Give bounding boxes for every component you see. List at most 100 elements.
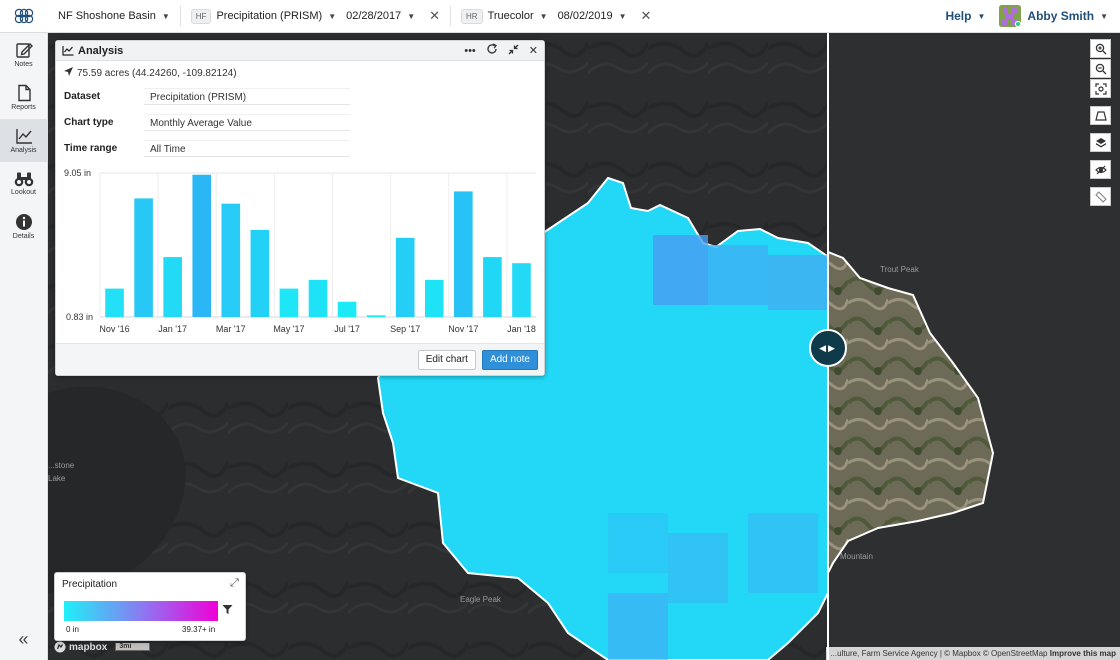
scale-bar: 3mi — [115, 643, 151, 651]
user-menu[interactable]: Abby Smith ▼ — [995, 5, 1120, 27]
sidebar-item-analysis[interactable]: Analysis — [0, 119, 47, 162]
time-range-row: Time range All Time — [56, 135, 544, 161]
sidebar-item-label: Lookout — [11, 189, 36, 196]
zoom-in-button[interactable] — [1090, 39, 1111, 58]
visibility-button[interactable] — [1090, 160, 1111, 179]
chart-ymax-label: 9.05 in — [64, 169, 91, 178]
panel-actions: ••• ✕ — [454, 43, 538, 58]
attribution-text: ...ulture, Farm Service Agency | © Mapbo… — [830, 649, 1048, 658]
sidebar-item-label: Notes — [14, 61, 33, 68]
chart-x-tick-label: Jul '17 — [334, 324, 360, 334]
chart-bar-11 — [395, 237, 415, 317]
panel-title: Analysis — [78, 44, 124, 57]
chart-x-tick-label: Sep '17 — [390, 324, 420, 334]
zoom-out-button[interactable] — [1090, 59, 1111, 78]
measure-button[interactable] — [1090, 187, 1111, 206]
user-name: Abby Smith — [1027, 9, 1095, 23]
map-attribution: ...ulture, Farm Service Agency | © Mapbo… — [826, 647, 1120, 660]
dataset-select[interactable]: Precipitation (PRISM) — [144, 87, 350, 105]
close-icon[interactable]: ✕ — [641, 8, 652, 24]
panel-header: Analysis ••• ✕ — [56, 41, 544, 61]
collapse-sidebar-icon[interactable]: « — [0, 629, 47, 650]
legend-gradient — [64, 601, 218, 621]
sidebar-item-notes[interactable]: Notes — [0, 33, 47, 76]
location-text: 75.59 acres (44.24260, -109.82124) — [77, 67, 237, 79]
chart-x-tick-label: Mar '17 — [216, 324, 246, 334]
layers-button[interactable] — [1090, 133, 1111, 152]
avatar — [999, 5, 1022, 27]
binoculars-icon — [14, 172, 33, 187]
sidebar-item-details[interactable]: Details — [0, 205, 47, 248]
zoom-extent-button[interactable] — [1090, 79, 1111, 98]
layer-date[interactable]: 02/28/2017 — [346, 10, 401, 22]
sidebar-item-reports[interactable]: Reports — [0, 76, 47, 119]
improve-map-link[interactable]: Improve this map — [1050, 649, 1116, 658]
right-nav: Help ▼ Abby Smith ▼ — [935, 0, 1120, 33]
sidebar-item-lookout[interactable]: Lookout — [0, 162, 47, 205]
expand-icon[interactable]: ⤢ — [230, 577, 239, 590]
chart-bar-2 — [134, 198, 153, 317]
map-label-mountain: Mountain — [840, 552, 873, 561]
sidebar-item-label: Analysis — [10, 147, 37, 154]
layer-tag: HR — [461, 8, 483, 24]
chevron-down-icon: ▼ — [407, 11, 416, 21]
analysis-panel: Analysis ••• ✕ 75.59 acres (44.24260, -1… — [55, 40, 545, 376]
layer-name: Precipitation (PRISM) — [216, 10, 323, 22]
help-menu[interactable]: Help ▼ — [935, 9, 995, 23]
legend-max: 39.37+ in — [182, 625, 216, 634]
notes-icon — [15, 43, 33, 58]
analysis-icon — [62, 46, 74, 56]
info-icon — [15, 214, 32, 230]
layer-tag: HF — [190, 8, 212, 24]
chart-type-row: Chart type Monthly Average Value — [56, 109, 544, 135]
close-icon[interactable]: ✕ — [429, 8, 440, 24]
chart-bar-12 — [424, 279, 444, 317]
project-selector[interactable]: NF Shoshone Basin ▼ — [48, 0, 180, 33]
chart-x-tick-label: Nov '16 — [99, 324, 129, 334]
location-arrow-icon — [64, 67, 73, 79]
dataset-label: Dataset — [64, 90, 101, 102]
refresh-icon[interactable] — [486, 43, 498, 58]
legend-title: Precipitation — [62, 579, 118, 590]
chart-ymin-label: 0.83 in — [66, 312, 93, 322]
map-label-trout-peak: Trout Peak — [880, 265, 919, 274]
chart-x-tick-label: May '17 — [273, 324, 304, 334]
layer-selector-1[interactable]: HF Precipitation (PRISM) ▼ 02/28/2017 ▼ … — [181, 0, 450, 33]
zoom-extent-icon — [1094, 82, 1107, 95]
layer-date[interactable]: 08/02/2019 — [558, 10, 613, 22]
app-logo-icon[interactable] — [0, 0, 48, 33]
chart-bar-7 — [279, 288, 299, 317]
filter-icon[interactable] — [222, 604, 233, 618]
chart-bar-3 — [163, 257, 182, 317]
mapbox-logo[interactable]: mapbox 3mi — [54, 641, 151, 653]
chevron-right-icon: ▶ — [828, 342, 837, 353]
close-icon[interactable]: ✕ — [529, 44, 538, 57]
map-label-eagle-peak: Eagle Peak — [460, 595, 501, 604]
chart-bar-9 — [337, 301, 357, 317]
chart-type-select[interactable]: Monthly Average Value — [144, 113, 350, 131]
chart-bar-6 — [250, 229, 270, 317]
map-label-yellowstone: ...stone — [48, 461, 75, 470]
layer-selector-2[interactable]: HR Truecolor ▼ 08/02/2019 ▼ ✕ — [451, 0, 661, 33]
dataset-row: Dataset Precipitation (PRISM) — [56, 83, 544, 109]
more-options-icon[interactable]: ••• — [464, 45, 476, 57]
chevron-down-icon: ▼ — [161, 11, 170, 21]
mapbox-wordmark: mapbox — [69, 641, 108, 653]
time-range-label: Time range — [64, 142, 118, 154]
add-note-button[interactable]: Add note — [481, 349, 538, 370]
swipe-handle[interactable]: ◀ ▶ — [809, 329, 847, 367]
chevron-down-icon: ▼ — [977, 11, 986, 21]
chart-x-tick-label: Jan '18 — [507, 324, 536, 334]
sidebar-item-label: Details — [12, 233, 35, 240]
panel-footer: Edit chart Add note — [56, 343, 544, 375]
perspective-button[interactable] — [1090, 106, 1111, 125]
chart-bar-14 — [483, 257, 502, 317]
monthly-precip-chart: 9.05 in 0.83 in Nov '16 Jan '17 Mar '17 May '… — [56, 168, 544, 341]
chevron-down-icon: ▼ — [539, 11, 548, 21]
edit-chart-button[interactable]: Edit chart — [417, 349, 476, 370]
collapse-panel-icon[interactable] — [508, 44, 519, 58]
time-range-select[interactable]: All Time — [144, 139, 350, 157]
chart-svg: 9.05 in 0.83 in Nov '16 Jan '17 Mar '17 May '… — [64, 168, 536, 334]
chart-bar-8 — [308, 279, 328, 317]
location-row: 75.59 acres (44.24260, -109.82124) — [56, 61, 544, 83]
